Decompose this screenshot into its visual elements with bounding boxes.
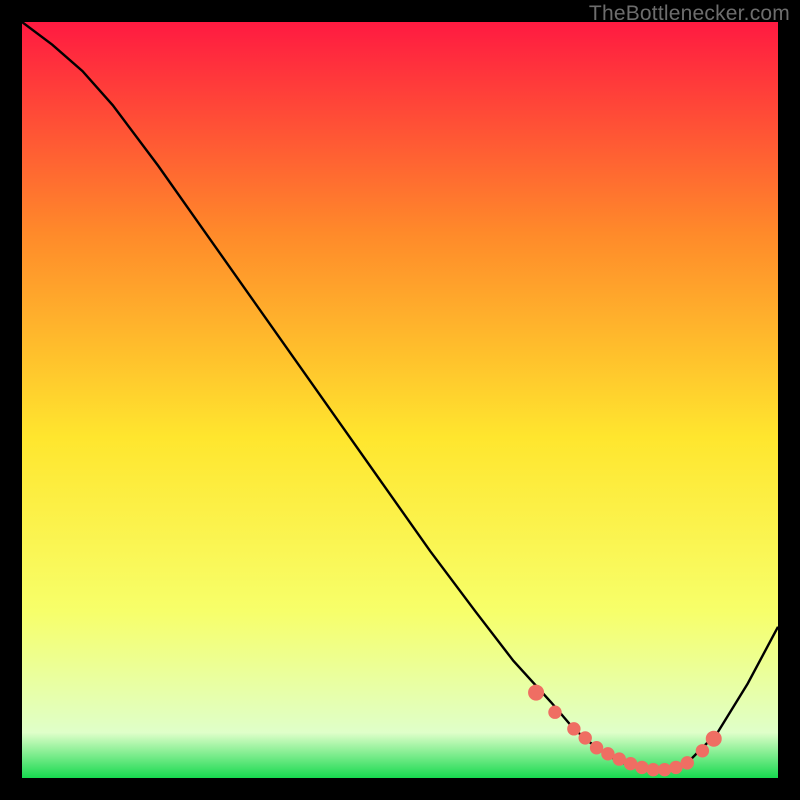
- curve-marker: [658, 763, 670, 775]
- watermark-label: TheBottlenecker.com: [589, 2, 790, 26]
- curve-marker: [590, 742, 602, 754]
- curve-marker: [613, 753, 625, 765]
- curve-marker: [579, 732, 591, 744]
- chart-stage: TheBottlenecker.com: [0, 0, 800, 800]
- curve-marker: [602, 748, 614, 760]
- curve-marker: [670, 761, 682, 773]
- curve-marker: [636, 761, 648, 773]
- curve-marker: [624, 757, 636, 769]
- curve-marker: [568, 723, 580, 735]
- curve-marker: [549, 706, 561, 718]
- curve-marker: [647, 763, 659, 775]
- curve-marker: [529, 685, 544, 700]
- bottleneck-chart: [22, 22, 778, 778]
- curve-marker: [681, 757, 693, 769]
- curve-marker: [706, 731, 721, 746]
- curve-marker: [696, 745, 708, 757]
